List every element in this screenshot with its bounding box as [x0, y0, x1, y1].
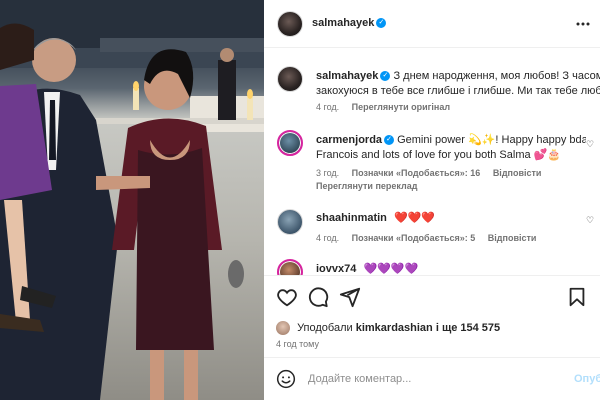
add-comment-bar: Додайте коментар... Опубл [264, 357, 600, 400]
reply-button[interactable]: Відповісти [488, 233, 537, 243]
caption-line-2: закохуюся в тебе все глибше і глибше. Ми… [316, 85, 600, 97]
post-comment-button[interactable]: Опубл [574, 373, 600, 385]
caption-avatar[interactable] [277, 66, 303, 92]
author-avatar[interactable] [277, 11, 303, 37]
see-original-button[interactable]: Переглянути оригінал [352, 102, 450, 112]
comment-translate: Переглянути переклад [316, 181, 427, 191]
post-time[interactable]: 4 год тому [276, 339, 319, 349]
comment-time[interactable]: 4 год. [316, 233, 339, 243]
comment-like-icon[interactable]: ♡ [586, 215, 594, 226]
caption-time[interactable]: 4 год. [316, 102, 339, 112]
comment-input[interactable]: Додайте коментар... [308, 373, 411, 385]
comment-avatar[interactable] [277, 259, 303, 275]
comment-likes[interactable]: Позначки «Подобається»: 5 [352, 233, 476, 243]
photo-illustration [0, 0, 264, 400]
comment-text: ❤️❤️❤️ [393, 212, 436, 224]
like-heart-icon[interactable] [276, 286, 298, 308]
emoji-icon[interactable] [276, 369, 296, 389]
comment-username[interactable]: shaahinmatin [316, 212, 387, 224]
reply-button[interactable]: Відповісти [493, 168, 542, 178]
share-icon[interactable] [339, 286, 361, 308]
liked-by-count[interactable]: і ще 154 575 [436, 322, 500, 334]
see-translation-button[interactable]: Переглянути переклад [316, 181, 417, 191]
comment-line: iovvx74 💜💜💜💜 [316, 260, 586, 275]
post-sidebar: salmahayek ✓ salmahayek ✓ З днем народженн… [264, 0, 600, 400]
post-photo [0, 0, 264, 400]
liked-by-prefix: Уподобали [297, 321, 353, 334]
verified-icon: ✓ [380, 71, 391, 82]
liked-by-avatar [276, 321, 290, 335]
caption-meta: 4 год. Переглянути оригінал [316, 102, 460, 112]
comment-meta: 4 год. Позначки «Подобається»: 5 Відпові… [316, 233, 546, 243]
comment-username[interactable]: iovvx74 [316, 263, 356, 275]
comment-line: shaahinmatin ❤️❤️❤️ [316, 209, 586, 227]
comment-line-2: Francois and lots of love for you both S… [316, 149, 562, 161]
comment-meta: 3 год. Позначки «Подобається»: 16 Відпов… [316, 168, 551, 178]
comments-list: salmahayek ✓ З днем народження, моя любов… [264, 49, 600, 275]
more-options-icon[interactable] [576, 22, 590, 26]
author-username[interactable]: salmahayek ✓ [312, 17, 387, 29]
post-header: salmahayek ✓ [264, 0, 600, 48]
comment-icon[interactable] [307, 286, 329, 308]
caption-username[interactable]: salmahayek [316, 70, 378, 82]
comment-avatar[interactable] [277, 130, 303, 156]
comment-username[interactable]: carmenjorda [316, 134, 382, 146]
liked-by-username[interactable]: kimkardashian [356, 322, 433, 334]
comment-avatar[interactable] [277, 209, 303, 235]
comment-text-1: Gemini power 💫✨! Happy happy bday to [397, 134, 586, 146]
comment-likes[interactable]: Позначки «Подобається»: 16 [352, 168, 481, 178]
caption-text-1: З днем народження, моя любов! З часом я [393, 70, 600, 82]
verified-icon: ✓ [384, 135, 395, 146]
liked-by: Уподобали kimkardashian і ще 154 575 [276, 321, 500, 335]
comment-like-icon[interactable]: ♡ [586, 139, 594, 150]
comment-time[interactable]: 3 год. [316, 168, 339, 178]
verified-icon: ✓ [376, 18, 387, 29]
bookmark-icon[interactable] [566, 286, 588, 308]
comment-text: 💜💜💜💜 [363, 263, 419, 275]
